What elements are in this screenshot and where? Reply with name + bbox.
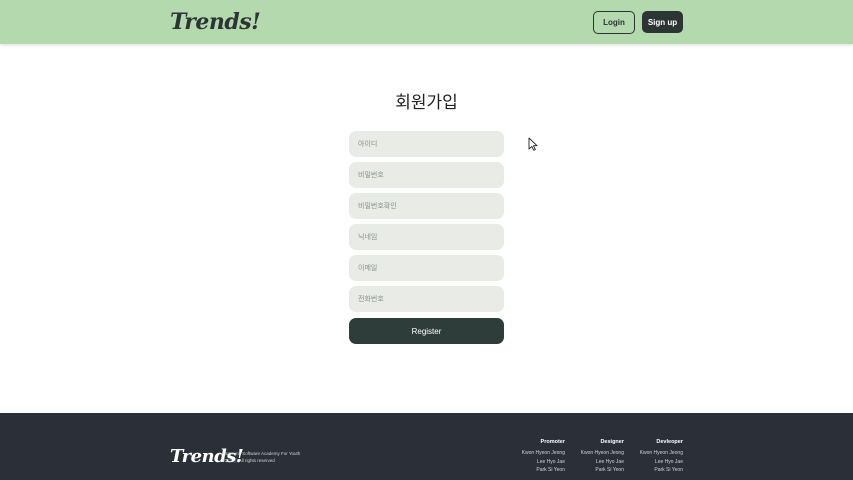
credit-name: Park Si Yeon [595, 467, 624, 474]
header-bar: Trends! Login Sign up [0, 0, 853, 44]
phone-input[interactable] [349, 286, 504, 312]
credit-name: Park Si Yeon [654, 467, 683, 474]
mouse-cursor-icon [528, 137, 538, 151]
credit-name: Lee Hyo Jae [595, 458, 624, 465]
credits-promoter: Promoter Kwon Hyeon Jeong Lee Hyo Jae Pa… [522, 439, 565, 476]
footer-rights-text: 2023 ⓒ All rights reserved [222, 458, 275, 463]
id-input[interactable] [349, 131, 504, 157]
credit-name: Kwon Hyeon Jeong [580, 450, 624, 456]
credits-heading: Promoter [540, 439, 565, 445]
brand-logo[interactable]: Trends! [170, 9, 261, 35]
footer-org-text: Samsung Software Academy For Youth [222, 451, 301, 456]
credits-heading: Devleoper [656, 439, 683, 445]
credits-designer: Designer Kwon Hyeon Jeong Lee Hyo Jae Pa… [581, 439, 624, 476]
page-title: 회원가입 [395, 93, 458, 113]
credits-heading: Designer [600, 439, 624, 445]
credit-name: Lee Hyo Jae [654, 458, 683, 465]
password-input[interactable] [349, 162, 504, 188]
credit-name: Lee Hyo Jae [536, 458, 565, 465]
nickname-input[interactable] [349, 224, 504, 250]
signup-button[interactable]: Sign up [642, 11, 683, 33]
register-button[interactable]: Register [349, 318, 504, 344]
credit-name: Park Si Yeon [536, 467, 565, 474]
credit-name: Kwon Hyeon Jeong [521, 450, 565, 456]
footer: Trends! Samsung Software Academy For You… [0, 413, 853, 480]
password-confirm-input[interactable] [349, 193, 504, 219]
credits-developer: Devleoper Kwon Hyeon Jeong Lee Hyo Jae P… [640, 439, 683, 476]
credit-name: Kwon Hyeon Jeong [639, 450, 683, 456]
login-button[interactable]: Login [593, 11, 635, 34]
email-input[interactable] [349, 255, 504, 281]
